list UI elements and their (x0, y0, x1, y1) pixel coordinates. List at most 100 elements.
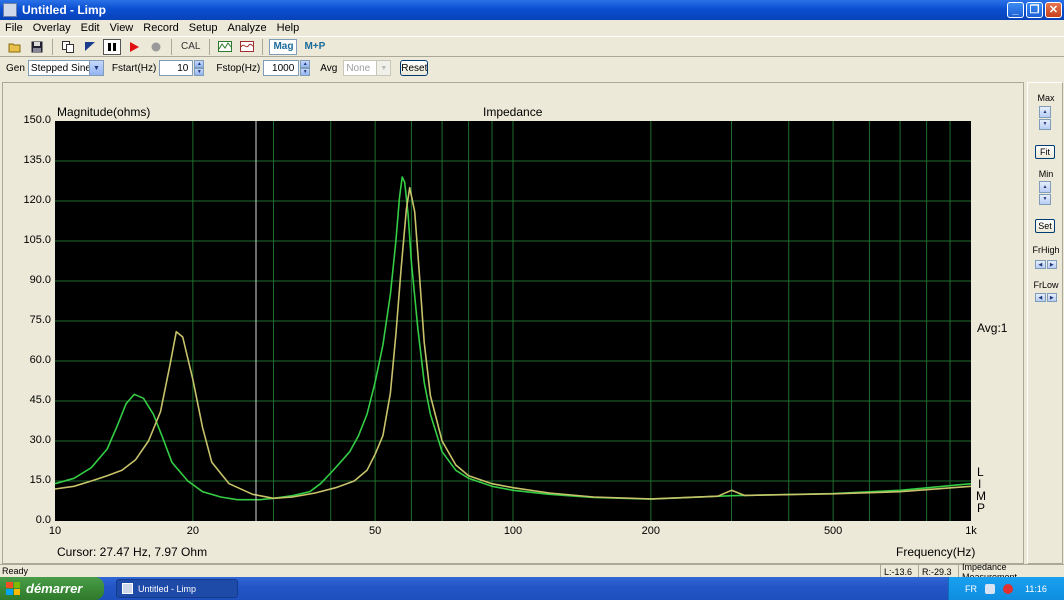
fstop-stepper[interactable]: ▲ ▼ (300, 60, 311, 76)
reset-button[interactable]: Reset (400, 60, 429, 76)
generator-controls: Gen Stepped Sine ▼ Fstart(Hz) 10 ▲ ▼ Fsto… (0, 57, 1064, 79)
max-stepper[interactable]: ▲ ▼ (1039, 106, 1051, 130)
clock: 11:16 (1025, 583, 1047, 594)
run-button[interactable] (125, 39, 143, 55)
chevron-down-icon[interactable]: ▼ (88, 61, 103, 75)
app-icon (3, 3, 17, 17)
chevron-down-icon[interactable]: ▼ (376, 61, 391, 75)
chevron-up-icon[interactable]: ▲ (300, 60, 311, 68)
chevron-left-icon[interactable]: ◀ (1035, 293, 1046, 302)
plot-panel: Magnitude(ohms) Impedance Avg:1 L I M P … (2, 82, 1024, 564)
chevron-down-icon[interactable]: ▼ (1039, 193, 1051, 205)
magnitude-phase-button[interactable]: M+P (301, 39, 328, 55)
avg-label: Avg (320, 62, 338, 74)
language-indicator[interactable]: FR (965, 584, 977, 594)
impedance-chart[interactable] (3, 83, 1023, 563)
overlay-button[interactable] (216, 39, 234, 55)
graph-button[interactable] (238, 39, 256, 55)
chevron-up-icon[interactable]: ▲ (1039, 181, 1051, 193)
chevron-up-icon[interactable]: ▲ (1039, 106, 1051, 118)
fit-button[interactable]: Fit (1035, 145, 1055, 159)
window-title: Untitled - Limp (22, 3, 106, 17)
chevron-right-icon[interactable]: ▶ (1046, 293, 1057, 302)
magnitude-button[interactable]: Mag (269, 38, 298, 55)
minimize-button[interactable]: _ (1007, 2, 1024, 18)
gen-label: Gen (6, 62, 25, 74)
pause-button[interactable] (103, 38, 121, 55)
fstart-label: Fstart(Hz) (111, 62, 157, 74)
title-bar: Untitled - Limp _ ❐ ✕ (0, 0, 1064, 20)
taskbar: démarrer Untitled - Limp FR 11:16 (0, 577, 1064, 600)
menu-help[interactable]: Help (272, 22, 305, 34)
menu-setup[interactable]: Setup (184, 22, 223, 34)
marker-button[interactable] (81, 39, 99, 55)
minimize-icon: _ (1012, 3, 1019, 16)
status-ready: Ready (2, 566, 29, 576)
status-bar: Ready L:-13.6 R:-29.3 Impedance Measurem… (0, 562, 1064, 582)
windows-logo-icon (6, 582, 20, 595)
menu-overlay[interactable]: Overlay (28, 22, 76, 34)
overlay-graph-icon (218, 41, 233, 52)
chevron-down-icon[interactable]: ▼ (194, 68, 205, 76)
menu-analyze[interactable]: Analyze (222, 22, 271, 34)
max-label: Max (1037, 93, 1055, 103)
app-icon (122, 583, 133, 594)
toolbar: CAL Mag M+P (0, 36, 1064, 57)
menu-bar: File Overlay Edit View Record Setup Anal… (0, 20, 1064, 36)
chevron-down-icon[interactable]: ▼ (300, 68, 311, 76)
toolbar-separator (262, 38, 264, 55)
pause-icon (108, 42, 116, 51)
taskbar-item-limp[interactable]: Untitled - Limp (116, 579, 238, 598)
menu-edit[interactable]: Edit (76, 22, 105, 34)
copy-button[interactable] (59, 39, 77, 55)
close-button[interactable]: ✕ (1045, 2, 1062, 18)
min-stepper[interactable]: ▲ ▼ (1039, 181, 1051, 205)
copy-icon (62, 40, 74, 53)
fstop-value: 1000 (272, 62, 295, 74)
folder-icon (8, 43, 21, 52)
start-button[interactable]: démarrer (0, 577, 104, 600)
gen-value: Stepped Sine (30, 62, 91, 74)
chevron-left-icon[interactable]: ◀ (1035, 260, 1046, 269)
network-icon[interactable] (985, 583, 995, 594)
record-icon (151, 42, 161, 51)
set-button[interactable]: Set (1035, 219, 1055, 233)
frlow-label: FrLow (1033, 280, 1059, 290)
frhigh-stepper[interactable]: ◀ ▶ (1035, 260, 1057, 269)
toolbar-separator (52, 38, 53, 55)
toolbar-separator (209, 38, 211, 55)
fstop-input[interactable]: 1000 (263, 60, 300, 76)
menu-record[interactable]: Record (138, 22, 183, 34)
chevron-up-icon[interactable]: ▲ (194, 60, 205, 68)
frlow-stepper[interactable]: ◀ ▶ (1035, 293, 1057, 302)
taskbar-item-label: Untitled - Limp (138, 583, 197, 594)
graph-icon (240, 41, 255, 52)
fstart-value: 10 (177, 62, 189, 74)
gen-select[interactable]: Stepped Sine ▼ (27, 60, 104, 76)
system-tray: FR 11:16 (948, 577, 1064, 600)
avg-select[interactable]: None ▼ (343, 60, 392, 76)
fstart-input[interactable]: 10 (159, 60, 194, 76)
restore-icon: ❐ (1029, 3, 1040, 16)
menu-file[interactable]: File (0, 22, 28, 34)
chevron-down-icon[interactable]: ▼ (1039, 118, 1051, 130)
restore-button[interactable]: ❐ (1026, 2, 1043, 18)
avg-value: None (346, 62, 371, 74)
start-label: démarrer (26, 581, 83, 596)
frhigh-label: FrHigh (1032, 245, 1060, 255)
open-button[interactable] (6, 39, 24, 55)
toolbar-separator (171, 38, 172, 55)
menu-view[interactable]: View (105, 22, 139, 34)
save-button[interactable] (28, 39, 46, 55)
chevron-right-icon[interactable]: ▶ (1046, 260, 1057, 269)
scale-controls-panel: Max ▲ ▼ Fit Min ▲ ▼ Set FrHigh ◀ ▶ FrLow ◀ ▶ (1027, 82, 1063, 564)
cal-button[interactable]: CAL (178, 39, 203, 55)
close-icon: ✕ (1048, 3, 1059, 16)
play-icon (130, 41, 139, 52)
record-button[interactable] (147, 39, 165, 55)
security-icon[interactable] (1003, 583, 1013, 594)
flag-icon (85, 41, 95, 51)
fstart-stepper[interactable]: ▲ ▼ (194, 60, 205, 76)
min-label: Min (1038, 169, 1054, 179)
floppy-icon (31, 41, 43, 52)
